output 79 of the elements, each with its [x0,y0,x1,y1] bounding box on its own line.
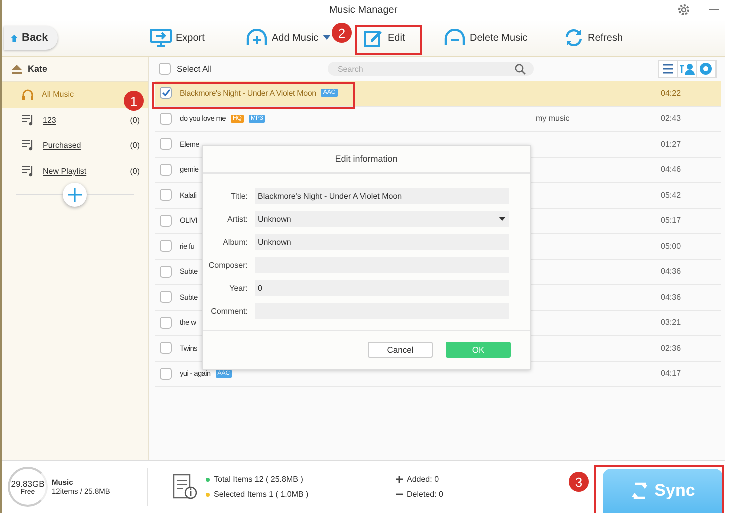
song-duration: 04:36 [661,292,682,302]
input-field[interactable]: Unknown [255,234,509,250]
field-label: Album: [222,238,248,246]
song-duration: 02:36 [661,344,682,353]
toolbar-button[interactable]: Refresh [564,23,624,53]
caret-icon[interactable] [322,35,331,41]
change-text: Deleted: 0 [407,490,444,499]
minus-icon [396,491,403,498]
plus-icon [396,476,403,483]
checkbox[interactable] [160,368,172,380]
cancel-button[interactable]: Cancel [368,342,433,358]
checkbox[interactable] [160,240,172,252]
field-label: Artist: [226,214,248,224]
field-label: Title: [230,192,248,200]
settings-icon[interactable] [677,3,691,17]
playlist-icon [22,140,35,152]
album-view-icon[interactable] [697,61,716,77]
add-playlist-button[interactable] [63,183,87,207]
playlist-icon [22,114,35,126]
back-button[interactable]: Back [4,26,58,50]
song-duration: 03:21 [661,318,682,328]
checkbox[interactable] [160,214,172,227]
edit-icon [364,29,384,47]
search-field[interactable]: Search [328,62,534,76]
window-title: Music Manager [329,4,398,16]
toolbar-button[interactable]: Export [150,23,246,53]
sidebar-item[interactable]: New Playlist (0) [2,158,148,184]
select-all-label: Select All [177,64,212,74]
storage-amount: 29.83GB [11,478,45,488]
search-input[interactable]: Search [336,64,515,74]
song-title: Blackmore's Night - Under A Violet Moon [180,88,316,98]
input-field[interactable]: 0 [255,280,509,296]
toolbar-button[interactable]: Delete Music [444,23,564,53]
select-all-checkbox[interactable] [159,63,171,75]
headphones-plus-icon [246,29,268,47]
refresh-icon [564,29,584,47]
song-duration: 04:46 [661,165,682,174]
checkbox[interactable] [160,189,172,202]
checkbox[interactable] [160,266,172,278]
song-duration: 04:36 [661,267,682,276]
input-field[interactable]: Blackmore's Night - Under A Violet Moon [255,188,509,204]
checkbox[interactable] [160,138,172,150]
device-name: Kate [28,64,48,74]
song-duration: 05:00 [661,242,682,251]
song-duration: 04:17 [661,369,682,378]
stat-text: Total Items 12 ( 25.8MB ) [214,475,304,484]
checkbox[interactable] [160,291,172,304]
sync-icon [630,482,649,500]
caret-icon [499,217,506,221]
checkbox[interactable] [160,316,172,329]
song-duration: 05:42 [661,190,682,200]
checkbox[interactable] [160,87,172,100]
document-info-icon [172,474,198,500]
song-duration: 04:22 [661,88,682,98]
change-text: Added: 0 [407,475,440,484]
playlist-icon [22,166,35,177]
stat-text: Selected Items 1 ( 1.0MB ) [214,490,309,499]
checkbox[interactable] [160,164,172,176]
eject-icon[interactable] [12,64,22,74]
sidebar-item[interactable]: Purchased (0) [2,133,148,158]
checkbox[interactable] [160,112,172,125]
checkbox[interactable] [160,342,172,354]
song-duration: 05:17 [661,216,682,226]
field-label: Year: [228,284,248,292]
search-icon[interactable] [514,64,526,74]
song-duration: 01:27 [661,140,682,149]
highlight-frame [355,25,422,55]
plus-icon [68,188,82,202]
song-duration: 02:43 [661,114,682,124]
album-name: my music [536,114,571,124]
headphones-minus-icon [444,29,466,47]
field-label: Comment: [210,306,248,316]
artist-view-icon[interactable] [678,61,697,77]
dropdown-field[interactable]: Unknown [255,211,509,227]
field-label: Composer: [208,260,248,270]
headphones-icon [22,89,34,100]
minimize-icon[interactable] [709,9,719,11]
toolbar-button[interactable]: Edit [364,23,444,53]
monitor-arrow-icon [150,29,172,47]
